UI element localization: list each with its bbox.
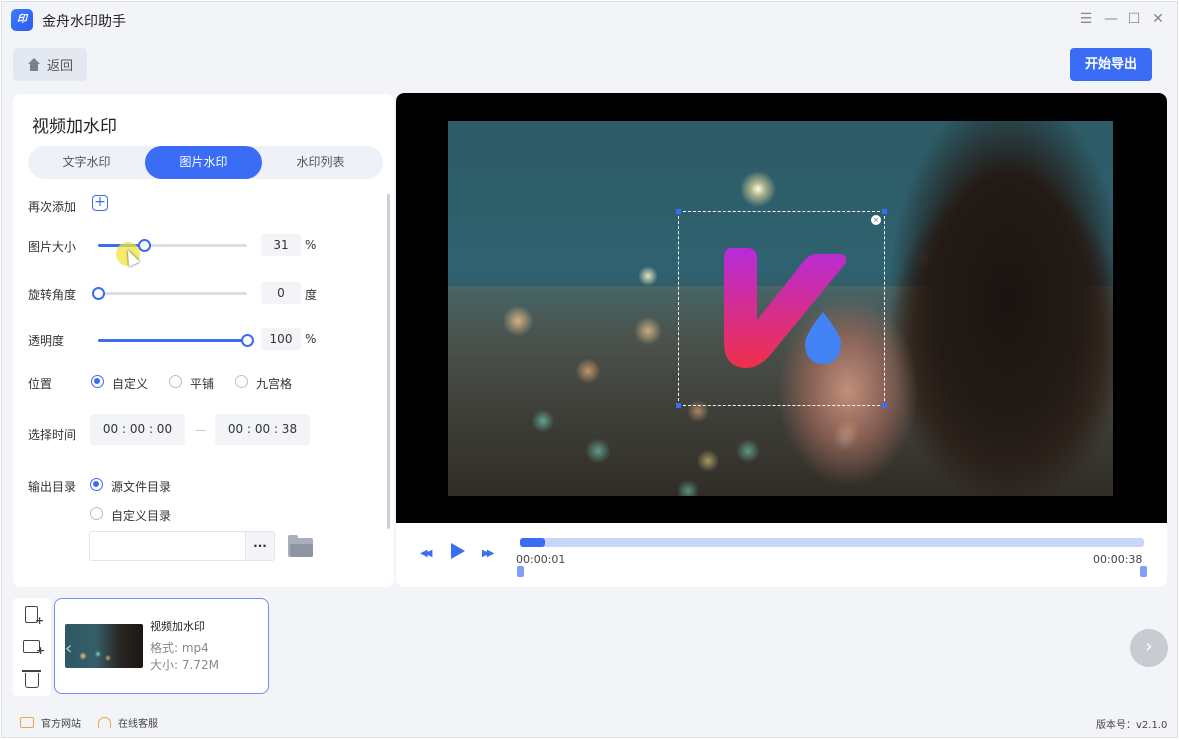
headset-icon [98, 716, 111, 729]
panel-scrollbar[interactable] [387, 194, 390, 529]
position-tile-radio[interactable] [169, 375, 182, 388]
position-grid-label: 九宫格 [256, 377, 293, 391]
output-custom-label: 自定义目录 [111, 509, 172, 523]
size-unit: % [305, 238, 317, 252]
total-time: 00:00:38 [1093, 553, 1143, 566]
rotation-unit: 度 [305, 288, 318, 302]
watermark-image-logo [724, 248, 847, 368]
position-custom-radio[interactable] [91, 375, 104, 388]
video-preview-panel: × ◀◀ ▶▶ 00:00:01 00:00:38 [396, 93, 1167, 587]
resize-handle-tr[interactable] [882, 209, 887, 214]
app-logo-text: 印 [17, 14, 27, 25]
fast-forward-icon[interactable]: ▶▶ [482, 548, 495, 559]
end-time-input[interactable]: 00 : 00 : 38 [215, 414, 310, 445]
tab-text-watermark[interactable]: 文字水印 [28, 146, 145, 179]
app-logo: 印 [11, 9, 33, 31]
app-title: 金舟水印助手 [42, 14, 126, 30]
title-bar: 印 金舟水印助手 ☰ — ☐ ✕ [2, 2, 1177, 38]
rotation-value[interactable]: 0 [261, 282, 301, 304]
video-canvas: × [396, 93, 1167, 523]
timeline-start-marker[interactable] [517, 566, 524, 577]
resize-handle-bl[interactable] [676, 403, 681, 408]
file-card[interactable]: ‹ 视频加水印 格式: mp4 大小: 7.72M [54, 598, 269, 694]
start-time-input[interactable]: 00 : 00 : 00 [90, 414, 185, 445]
time-separator [196, 430, 206, 431]
timeline-track[interactable] [520, 538, 1144, 547]
opacity-slider-fill [98, 339, 247, 342]
size-label: 图片大小 [28, 240, 77, 254]
panel-title: 视频加水印 [32, 117, 117, 137]
output-dir-label: 输出目录 [28, 480, 77, 494]
watermark-selection-box[interactable]: × [676, 209, 887, 408]
timeline-end-marker[interactable] [1140, 566, 1147, 577]
maximize-icon[interactable]: ☐ [1125, 10, 1143, 28]
file-format: 格式: mp4 [150, 641, 209, 655]
output-source-label: 源文件目录 [111, 480, 172, 494]
add-icon[interactable]: + [92, 195, 108, 211]
video-frame: × [448, 121, 1113, 496]
add-again-label: 再次添加 [28, 200, 77, 214]
rotation-slider[interactable] [92, 287, 247, 300]
resize-handle-br[interactable] [882, 403, 887, 408]
opacity-slider-knob[interactable] [241, 334, 254, 347]
video-thumbnail [65, 624, 143, 668]
rewind-icon[interactable]: ◀◀ [420, 548, 433, 559]
monitor-icon [20, 717, 34, 728]
file-actions: + + [13, 598, 51, 696]
browse-button[interactable]: ··· [246, 531, 275, 561]
add-folder-icon[interactable]: + [23, 640, 45, 657]
size-value[interactable]: 31 [261, 234, 301, 256]
position-label: 位置 [28, 377, 53, 391]
current-time: 00:00:01 [516, 553, 566, 566]
opacity-slider[interactable] [98, 334, 254, 347]
sparkler [718, 159, 788, 219]
opacity-label: 透明度 [28, 334, 65, 348]
online-support-link[interactable]: 在线客服 [98, 715, 158, 730]
official-site-label: 官方网站 [41, 719, 81, 730]
prev-arrow-icon[interactable]: ‹ [65, 638, 72, 659]
back-label: 返回 [46, 59, 73, 74]
output-source-radio[interactable] [90, 478, 103, 491]
version-label: 版本号：v2.1.0 [1096, 720, 1168, 731]
position-grid-radio[interactable] [235, 375, 248, 388]
folder-icon[interactable] [288, 535, 313, 557]
watermark-close-icon[interactable]: × [871, 215, 881, 225]
online-support-label: 在线客服 [118, 719, 158, 730]
back-button[interactable]: 返回 [13, 48, 87, 81]
official-site-link[interactable]: 官方网站 [20, 715, 81, 730]
start-export-button[interactable]: 开始导出 [1070, 48, 1152, 81]
position-tile-label: 平铺 [190, 377, 215, 391]
rotation-slider-knob[interactable] [92, 287, 105, 300]
close-icon[interactable]: ✕ [1149, 10, 1167, 28]
opacity-value[interactable]: 100 [261, 328, 301, 350]
opacity-unit: % [305, 332, 317, 346]
menu-icon[interactable]: ☰ [1077, 10, 1095, 28]
file-size: 大小: 7.72M [150, 658, 219, 672]
size-slider-knob[interactable] [138, 239, 152, 252]
time-range-label: 选择时间 [28, 428, 77, 442]
settings-panel: 视频加水印 文字水印 图片水印 水印列表 再次添加 + 图片大小 31 % 旋转… [13, 94, 394, 587]
output-custom-radio[interactable] [90, 507, 103, 520]
tab-image-watermark[interactable]: 图片水印 [145, 146, 262, 179]
add-file-icon[interactable]: + [25, 606, 44, 627]
next-page-icon[interactable]: › [1130, 629, 1168, 667]
tab-watermark-list[interactable]: 水印列表 [262, 146, 379, 179]
watermark-tabs: 文字水印 图片水印 水印列表 [28, 146, 383, 179]
position-custom-label: 自定义 [112, 377, 149, 391]
output-path-input[interactable] [89, 531, 246, 561]
rotation-label: 旋转角度 [28, 288, 77, 302]
resize-handle-tl[interactable] [676, 209, 681, 214]
app-window: 印 金舟水印助手 ☰ — ☐ ✕ 返回 开始导出 视频加水印 文字水印 图片水印… [1, 1, 1178, 738]
home-icon [27, 58, 41, 71]
delete-icon[interactable] [22, 670, 41, 688]
minimize-icon[interactable]: — [1102, 10, 1120, 28]
timeline-progress [520, 538, 545, 547]
play-icon[interactable] [451, 543, 465, 559]
file-name: 视频加水印 [150, 620, 205, 633]
